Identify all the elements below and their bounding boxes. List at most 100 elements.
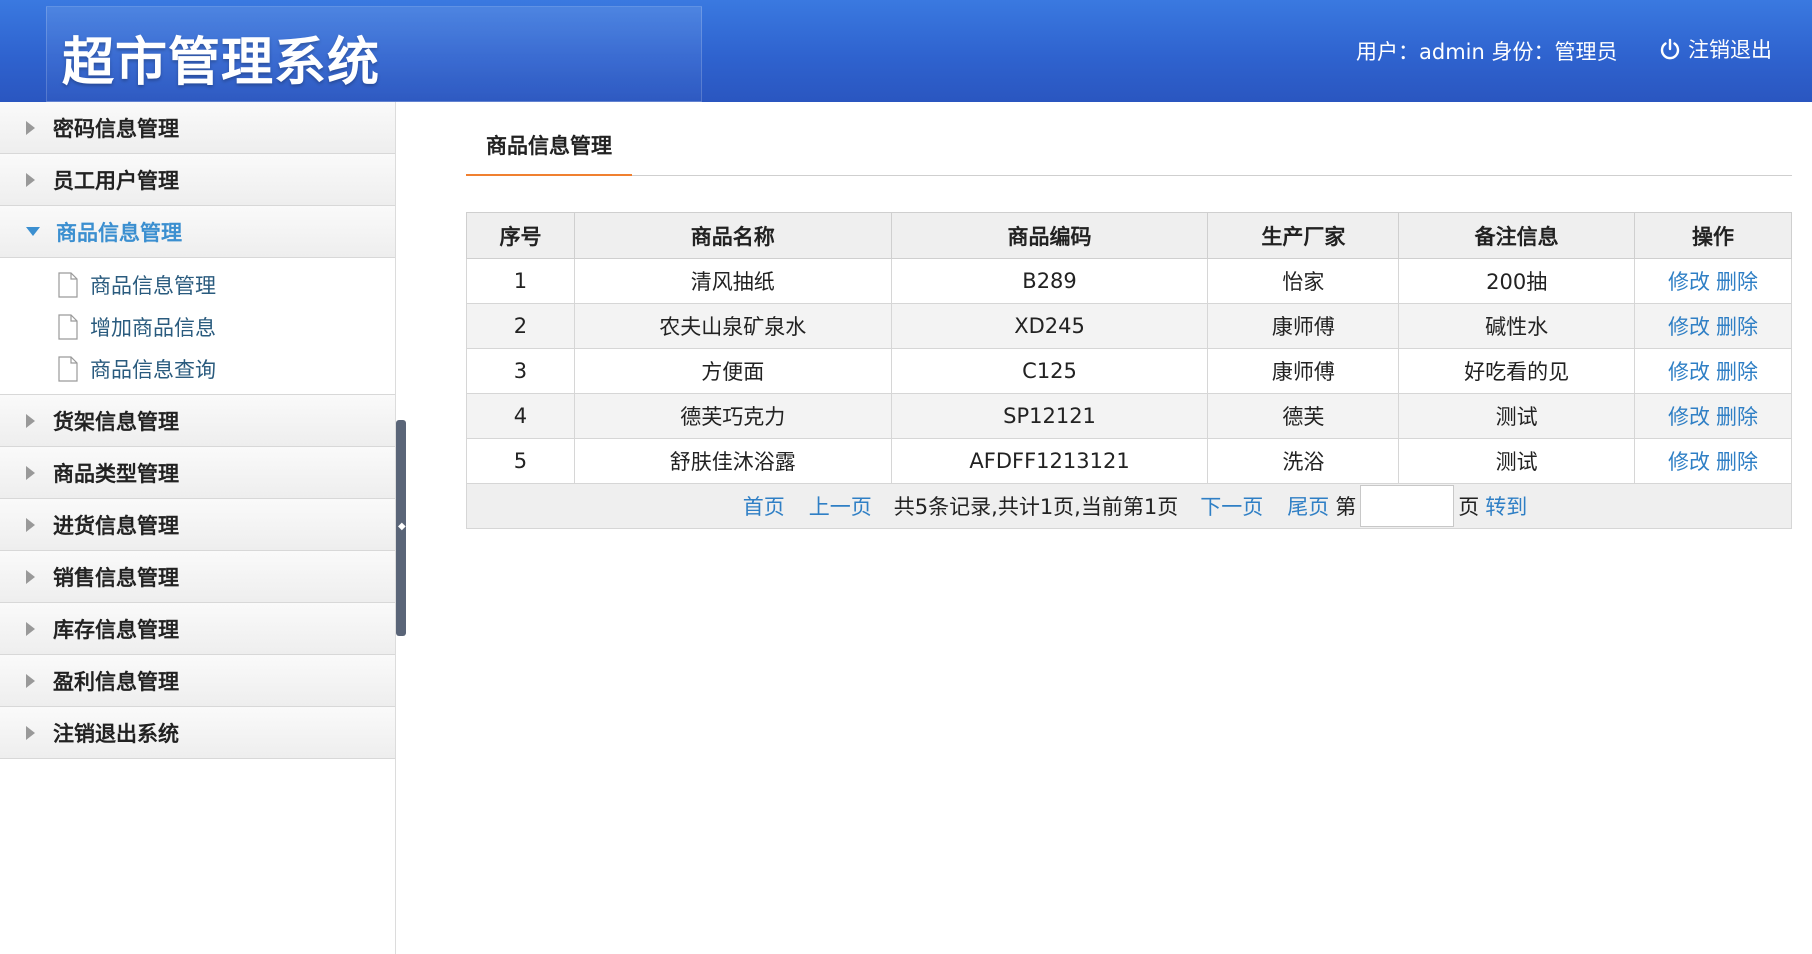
cell-index: 3 (466, 348, 575, 394)
column-header: 备注信息 (1398, 212, 1636, 259)
cell-actions: 修改 删除 (1634, 438, 1792, 484)
caret-right-icon (26, 621, 35, 636)
sidebar-item-products[interactable]: 商品信息管理 (0, 206, 395, 258)
sidebar-item-product-types[interactable]: 商品类型管理 (0, 447, 395, 499)
cell-note: 200抽 (1398, 258, 1636, 304)
column-header: 商品名称 (573, 212, 892, 259)
cell-note: 好吃看的见 (1398, 348, 1636, 394)
products-submenu: 商品信息管理 增加商品信息 商品信息查询 (0, 258, 395, 395)
cell-actions: 修改 删除 (1634, 393, 1792, 439)
page-prefix: 第 (1335, 495, 1357, 519)
cell-code: XD245 (890, 303, 1209, 349)
cell-index: 2 (466, 303, 575, 349)
cell-note: 测试 (1398, 438, 1636, 484)
sidebar-item-logout-system[interactable]: 注销退出系统 (0, 707, 395, 759)
page-number-input[interactable] (1360, 485, 1455, 527)
subitem-query-product[interactable]: 商品信息查询 (0, 348, 395, 390)
logout-button[interactable]: 注销退出 (1658, 34, 1772, 64)
sidebar-item-employees[interactable]: 员工用户管理 (0, 154, 395, 206)
caret-right-icon (26, 413, 35, 428)
cell-code: C125 (890, 348, 1209, 394)
sidebar-item-inventory[interactable]: 库存信息管理 (0, 603, 395, 655)
cell-code: B289 (890, 258, 1209, 304)
user-info: 用户：admin 身份：管理员 (1356, 40, 1618, 64)
table-row: 4 德芙巧克力 SP12121 德芙 测试 修改 删除 (466, 393, 1792, 439)
delete-link[interactable]: 删除 (1716, 450, 1758, 474)
sidebar: 密码信息管理 员工用户管理 商品信息管理 商品信息管理 增加商品信息 商品信息查… (0, 102, 396, 954)
cell-maker: 康师傅 (1207, 348, 1400, 394)
column-header: 商品编码 (890, 212, 1209, 259)
sidebar-item-sales[interactable]: 销售信息管理 (0, 551, 395, 603)
power-icon (1660, 38, 1680, 60)
caret-right-icon (26, 465, 35, 480)
sidebar-item-label: 密码信息管理 (53, 116, 179, 141)
delete-link[interactable]: 删除 (1716, 405, 1758, 429)
subitem-add-product[interactable]: 增加商品信息 (0, 306, 395, 348)
sidebar-item-label: 销售信息管理 (53, 565, 179, 590)
subitem-label: 增加商品信息 (90, 316, 216, 340)
cell-actions: 修改 删除 (1634, 258, 1792, 304)
tab-bar: 商品信息管理 (466, 102, 1792, 176)
sidebar-item-profit[interactable]: 盈利信息管理 (0, 655, 395, 707)
caret-right-icon (26, 517, 35, 532)
sidebar-splitter[interactable]: ◆ (396, 420, 406, 636)
pagination: 首页 上一页 共5条记录,共计1页,当前第1页 下一页 尾页 第 页 转到 (467, 485, 1791, 527)
sidebar-item-label: 库存信息管理 (53, 617, 179, 642)
sidebar-item-password[interactable]: 密码信息管理 (0, 102, 395, 154)
subitem-label: 商品信息查询 (90, 358, 216, 382)
cell-name: 清风抽纸 (573, 258, 892, 304)
delete-link[interactable]: 删除 (1716, 270, 1758, 294)
column-header: 生产厂家 (1207, 212, 1400, 259)
pager-cell: 首页 上一页 共5条记录,共计1页,当前第1页 下一页 尾页 第 页 转到 (466, 483, 1792, 529)
cell-maker: 怡家 (1207, 258, 1400, 304)
edit-link[interactable]: 修改 (1668, 405, 1710, 429)
cell-code: SP12121 (890, 393, 1209, 439)
page-suffix: 页 (1458, 495, 1480, 519)
cell-note: 碱性水 (1398, 303, 1636, 349)
edit-link[interactable]: 修改 (1668, 450, 1710, 474)
edit-link[interactable]: 修改 (1668, 315, 1710, 339)
main-content: 商品信息管理 序号 商品名称 商品编码 生产厂家 备注信息 操作 1 清风抽纸 … (466, 102, 1792, 529)
cell-name: 舒肤佳沐浴露 (573, 438, 892, 484)
app-title: 超市管理系统 (62, 33, 381, 93)
app-header: 超市管理系统 用户：admin 身份：管理员 注销退出 (0, 0, 1812, 102)
cell-note: 测试 (1398, 393, 1636, 439)
cell-index: 1 (466, 258, 575, 304)
cell-name: 农夫山泉矿泉水 (573, 303, 892, 349)
sidebar-item-shelves[interactable]: 货架信息管理 (0, 395, 395, 447)
goto-page-link[interactable]: 转到 (1485, 491, 1527, 521)
edit-link[interactable]: 修改 (1668, 270, 1710, 294)
caret-right-icon (26, 172, 35, 187)
pager-summary: 共5条记录,共计1页,当前第1页 (893, 495, 1179, 519)
next-page-link[interactable]: 下一页 (1200, 491, 1263, 521)
caret-right-icon (26, 725, 35, 740)
delete-link[interactable]: 删除 (1716, 360, 1758, 384)
sidebar-item-label: 货架信息管理 (53, 409, 179, 434)
cell-maker: 洗浴 (1207, 438, 1400, 484)
subitem-product-manage[interactable]: 商品信息管理 (0, 264, 395, 306)
table-row: 3 方便面 C125 康师傅 好吃看的见 修改 删除 (466, 348, 1792, 394)
document-icon (58, 272, 78, 298)
edit-link[interactable]: 修改 (1668, 360, 1710, 384)
tab-product-management[interactable]: 商品信息管理 (466, 130, 632, 176)
cell-name: 德芙巧克力 (573, 393, 892, 439)
table-row: 1 清风抽纸 B289 怡家 200抽 修改 删除 (466, 258, 1792, 304)
column-header: 序号 (466, 212, 575, 259)
sidebar-item-label: 进货信息管理 (53, 513, 179, 538)
first-page-link[interactable]: 首页 (743, 491, 785, 521)
subitem-label: 商品信息管理 (90, 274, 216, 298)
sidebar-item-label: 盈利信息管理 (53, 669, 179, 694)
sidebar-item-label: 商品类型管理 (53, 461, 179, 486)
column-header: 操作 (1634, 212, 1792, 259)
caret-down-icon (26, 227, 40, 236)
caret-right-icon (26, 673, 35, 688)
prev-page-link[interactable]: 上一页 (809, 491, 872, 521)
cell-code: AFDFF1213121 (890, 438, 1209, 484)
cell-index: 5 (466, 438, 575, 484)
last-page-link[interactable]: 尾页 (1287, 491, 1329, 521)
sidebar-item-purchases[interactable]: 进货信息管理 (0, 499, 395, 551)
delete-link[interactable]: 删除 (1716, 315, 1758, 339)
table-row: 5 舒肤佳沐浴露 AFDFF1213121 洗浴 测试 修改 删除 (466, 438, 1792, 484)
products-table: 序号 商品名称 商品编码 生产厂家 备注信息 操作 1 清风抽纸 B289 怡家… (466, 212, 1792, 529)
grip-icon: ◆ (398, 521, 406, 532)
